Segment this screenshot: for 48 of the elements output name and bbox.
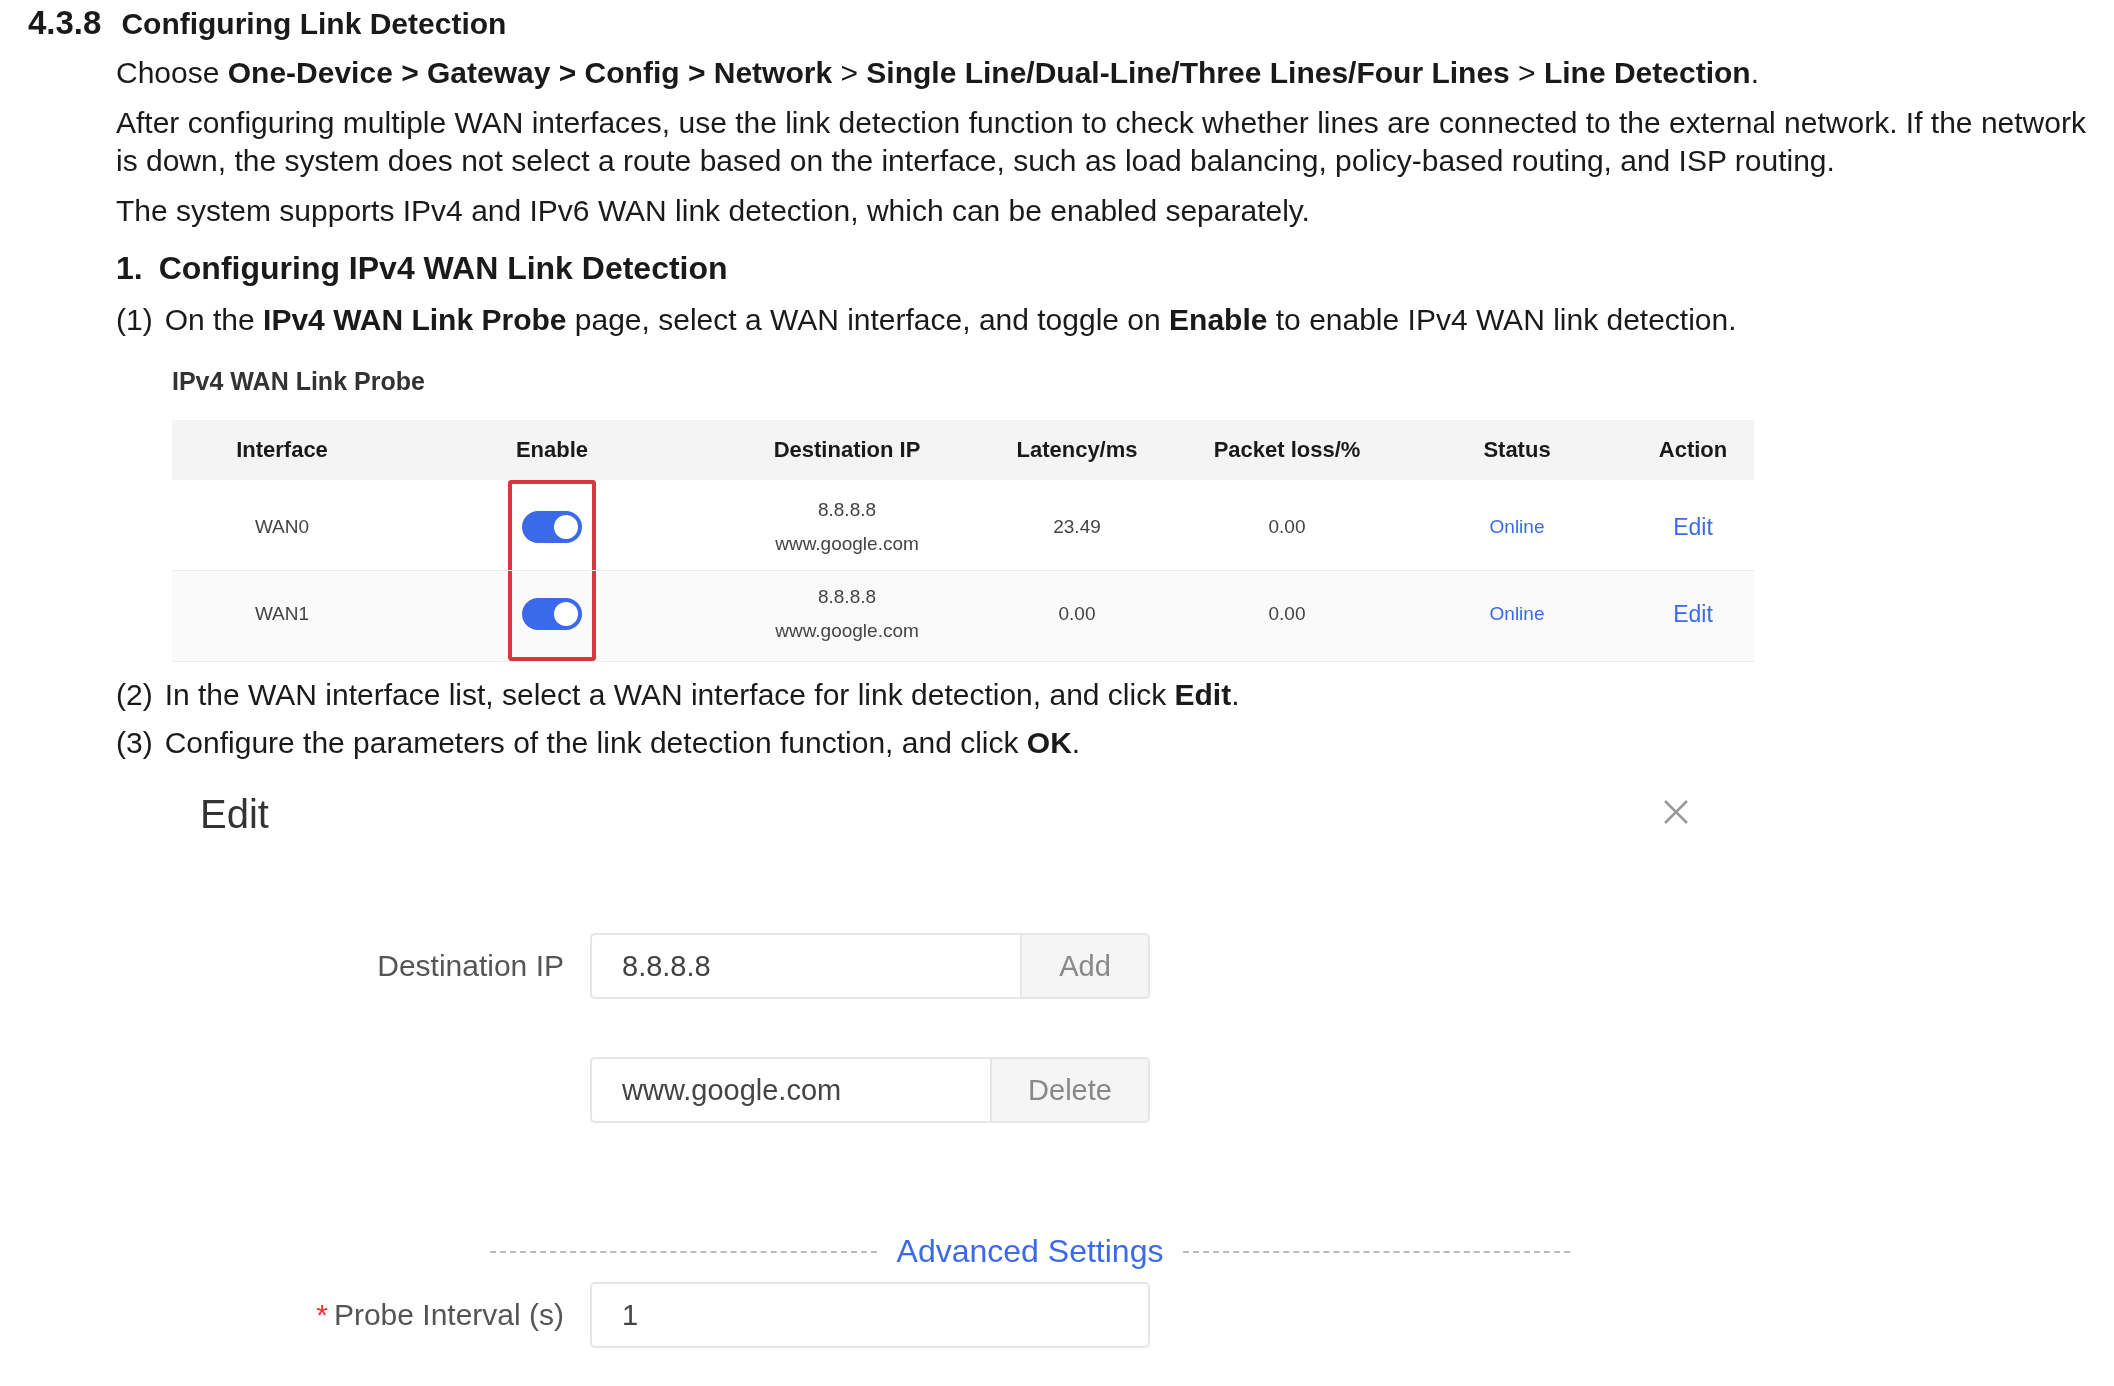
paragraph: Choose One-Device > Gateway > Config > Network > Single Line/Dual-Line/Three Lines/Four Lines > Line Detection. (116, 55, 1760, 91)
step-number: (2) (116, 677, 153, 713)
table-cell-text: 8.8.8.8 (817, 585, 877, 609)
table-cell-text: www.google.com (775, 619, 919, 643)
edit-link[interactable]: Edit (1673, 597, 1713, 631)
field-label: Destination IP (377, 949, 564, 983)
section-number: 4.3.8 (28, 4, 102, 42)
status-text: Online (1489, 602, 1545, 626)
column-header: Interface (172, 420, 392, 480)
edit-link[interactable]: Edit (1673, 510, 1713, 544)
status-text: Online (1489, 515, 1545, 539)
required-mark: * (316, 1298, 328, 1332)
table-cell-text: 8.8.8.8 (817, 498, 877, 522)
subsection-title: Configuring IPv4 WAN Link Detection (158, 250, 728, 287)
field-label: Probe Interval (s) (333, 1298, 564, 1332)
close-icon[interactable] (1662, 798, 1690, 826)
column-header: Status (1402, 420, 1632, 480)
step-text: In the WAN interface list, select a WAN interface for link detection, and click Edit. (164, 677, 1240, 713)
toggle-switch[interactable] (522, 598, 582, 630)
column-header: Action (1632, 420, 1754, 480)
input-field[interactable]: 8.8.8.8 (590, 933, 1020, 999)
table-cell-text: www.google.com (775, 532, 919, 556)
column-header: Latency/ms (982, 420, 1172, 480)
step-text: On the IPv4 WAN Link Probe page, select a WAN interface, and toggle on Enable to enable IPv4 WAN link detection. (164, 302, 1737, 338)
table-cell-text: 0.00 (1268, 515, 1306, 539)
toggle-switch[interactable] (522, 511, 582, 543)
step-number: (1) (116, 302, 153, 338)
step-text: Configure the parameters of the link detection function, and click OK. (164, 725, 1081, 761)
column-header: Enable (392, 420, 712, 480)
subsection-number: 1. (116, 250, 143, 287)
advanced-settings-link[interactable]: Advanced Settings (896, 1233, 1164, 1270)
column-header: Packet loss/% (1172, 420, 1402, 480)
input-field[interactable]: 1 (590, 1282, 1150, 1348)
table-cell-text: 0.00 (1268, 602, 1306, 626)
step-number: (3) (116, 725, 153, 761)
panel-title: IPv4 WAN Link Probe (172, 367, 426, 396)
input-field[interactable]: www.google.com (590, 1057, 990, 1123)
column-header: Destination IP (712, 420, 982, 480)
table-cell-text: 0.00 (1058, 602, 1096, 626)
dialog-title: Edit (200, 792, 269, 837)
section-title: Configuring Link Detection (121, 7, 507, 41)
add-button[interactable]: Add (1020, 933, 1150, 999)
paragraph: The system supports IPv4 and IPv6 WAN link detection, which can be enabled separately. (116, 193, 1311, 229)
paragraph: After configuring multiple WAN interfaces, use the link detection function to check whether lines are connected to the external network. If the network is down, the system does not select a route based on the interface, such as load balancing, policy-based routing, and ISP routing. (116, 105, 2086, 179)
table-cell-text: WAN1 (254, 602, 310, 626)
delete-button[interactable]: Delete (990, 1057, 1150, 1123)
table-cell-text: 23.49 (1053, 515, 1101, 539)
table-cell-text: WAN0 (254, 515, 310, 539)
